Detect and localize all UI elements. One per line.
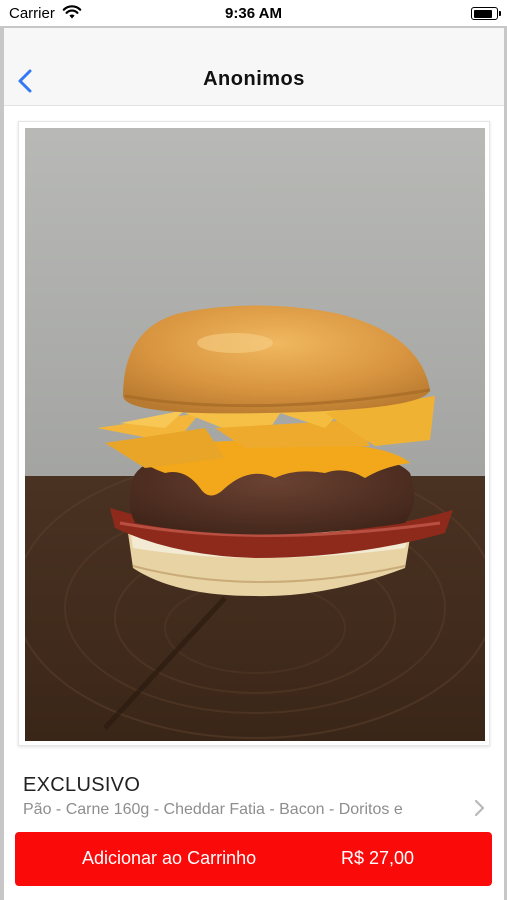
product-description: Pão - Carne 160g - Cheddar Fatia - Bacon…	[23, 801, 403, 818]
burger-photo	[25, 128, 485, 741]
product-image-card	[18, 121, 490, 746]
status-time: 9:36 AM	[225, 5, 282, 22]
frame-border	[0, 27, 4, 900]
product-detail-button[interactable]	[472, 798, 486, 818]
chevron-right-icon	[474, 799, 485, 817]
product-name: EXCLUSIVO	[23, 774, 141, 796]
add-to-cart-label: Adicionar ao Carrinho	[82, 848, 257, 868]
navigation-bar: Anonimos	[4, 28, 504, 106]
add-to-cart-button[interactable]: Adicionar ao Carrinho R$ 27,00	[15, 832, 492, 886]
page-title: Anonimos	[203, 68, 305, 90]
battery-icon	[471, 7, 501, 20]
status-bar: Carrier 9:36 AM	[0, 0, 507, 28]
battery-level	[473, 9, 492, 18]
cart-price: R$ 27,00	[341, 848, 415, 868]
